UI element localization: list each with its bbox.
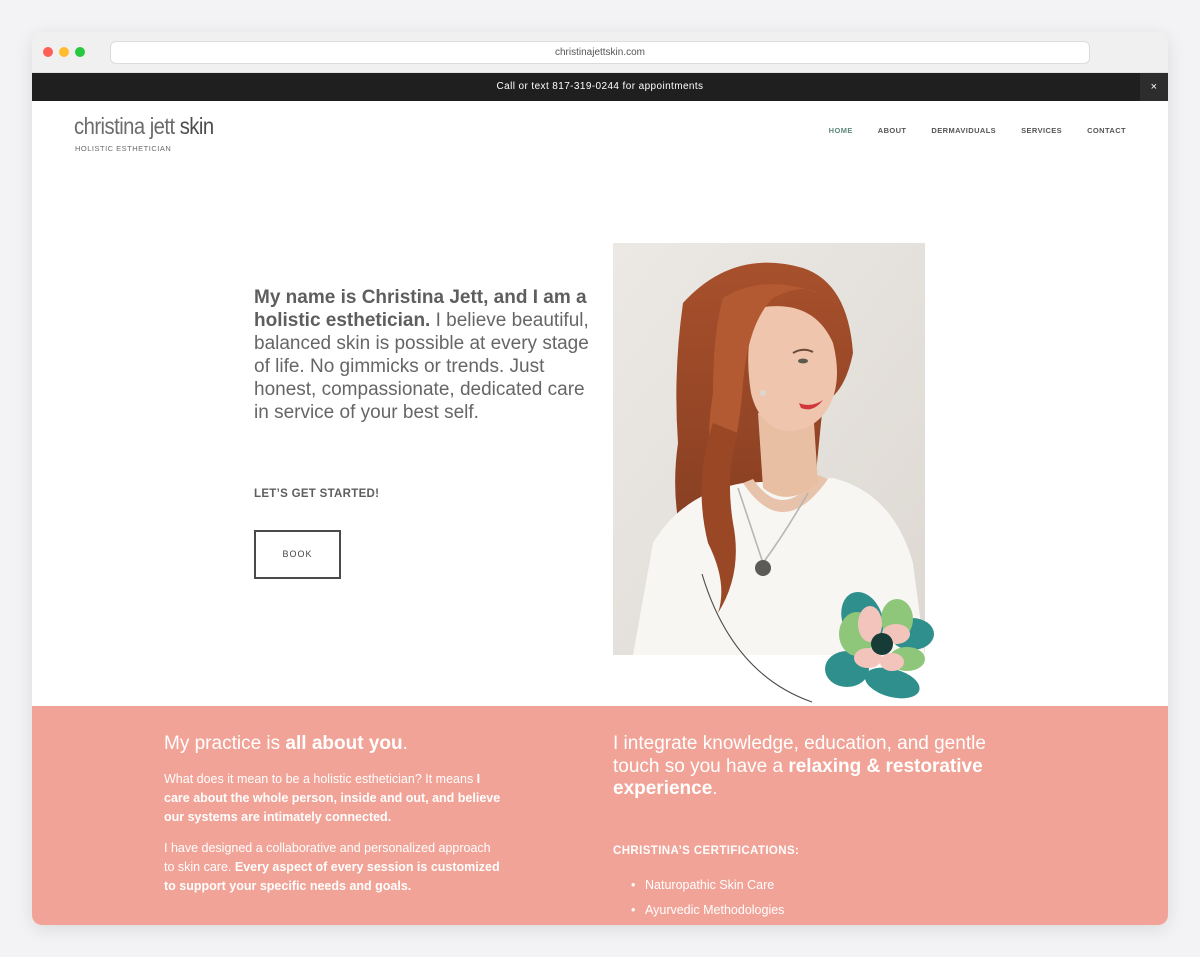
nav-item-about[interactable]: ABOUT — [878, 126, 907, 135]
browser-window: christinajettskin.com Call or text 817-3… — [32, 32, 1168, 925]
site-header: christina jett skin HOLISTIC ESTHETICIAN… — [32, 101, 1168, 196]
address-bar[interactable]: christinajettskin.com — [110, 41, 1090, 64]
main-nav: HOME ABOUT DERMAVIDUALS SERVICES CONTACT — [829, 126, 1126, 135]
logo-tagline: HOLISTIC ESTHETICIAN — [75, 144, 172, 153]
announcement-bar: Call or text 817-319-0244 for appointmen… — [32, 73, 1168, 101]
close-window-icon[interactable] — [43, 47, 53, 57]
intro-text: My name is Christina Jett, and I am a ho… — [254, 287, 589, 423]
practice-heading: My practice is all about you. — [164, 733, 408, 754]
nav-item-services[interactable]: SERVICES — [1021, 126, 1062, 135]
site-logo[interactable]: christina jett skin HOLISTIC ESTHETICIAN — [74, 113, 233, 153]
list-item: Naturopathic Skin Care — [631, 873, 784, 898]
certifications-list: Naturopathic Skin Care Ayurvedic Methodo… — [631, 873, 784, 923]
logo-wordmark: christina jett skin — [74, 113, 214, 139]
nav-item-home[interactable]: HOME — [829, 126, 853, 135]
maximize-window-icon[interactable] — [75, 47, 85, 57]
announcement-text: Call or text 817-319-0244 for appointmen… — [496, 81, 704, 92]
practice-section: My practice is all about you. What does … — [32, 706, 1168, 925]
practice-paragraph-2: I have designed a collaborative and pers… — [164, 841, 500, 893]
minimize-window-icon[interactable] — [59, 47, 69, 57]
browser-chrome: christinajettskin.com — [32, 32, 1168, 73]
practice-paragraph-1: What does it mean to be a holistic esthe… — [164, 772, 501, 824]
integrate-heading: I integrate knowledge, education, and ge… — [613, 733, 986, 799]
nav-item-dermaviduals[interactable]: DERMAVIDUALS — [931, 126, 996, 135]
announcement-close-button[interactable]: × — [1140, 73, 1168, 101]
certifications-title: CHRISTINA’S CERTIFICATIONS: — [613, 845, 800, 857]
nav-item-contact[interactable]: CONTACT — [1087, 126, 1126, 135]
hero-section: My name is Christina Jett, and I am a ho… — [32, 196, 1168, 706]
cta-heading: LET’S GET STARTED! — [254, 488, 380, 500]
book-button[interactable]: BOOK — [254, 530, 341, 579]
flower-illustration — [701, 574, 934, 703]
list-item: Ayurvedic Methodologies — [631, 898, 784, 923]
